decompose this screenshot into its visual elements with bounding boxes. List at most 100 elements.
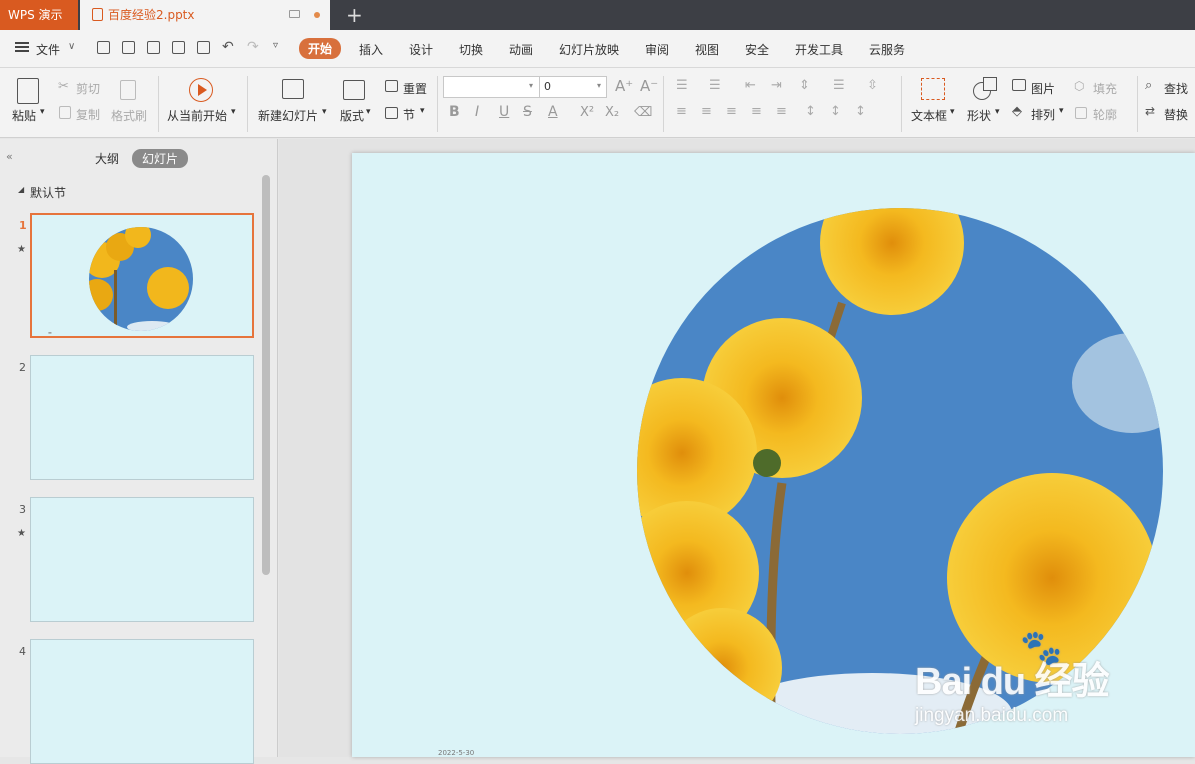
save-icon[interactable] [122,41,135,54]
tab-home[interactable]: 开始 [299,38,342,59]
section-collapse-icon[interactable]: ◢ [18,185,24,194]
new-slide-dropdown-icon[interactable]: ▾ [322,107,327,117]
tab-transitions[interactable]: 切换 [459,41,483,58]
decrease-font-icon[interactable]: A⁻ [640,77,658,95]
paste-icon[interactable] [17,78,39,104]
tab-insert[interactable]: 插入 [359,41,383,58]
slide-number: 3 [19,503,26,516]
replace-button[interactable]: 替换 [1164,106,1188,123]
slide-thumbnail-3[interactable] [30,497,254,622]
tab-view[interactable]: 视图 [695,41,719,58]
textbox-dropdown-icon[interactable]: ▾ [950,107,955,117]
from-current-dropdown-icon[interactable]: ▾ [231,107,236,117]
slide-thumbnail-2[interactable] [30,355,254,480]
file-menu[interactable]: 文件 [36,41,60,58]
watermark-url: jingyan.baidu.com [915,705,1069,726]
chevron-down-icon[interactable]: ∨ [68,41,75,52]
document-tab[interactable]: 百度经验2.pptx [80,0,330,30]
layout-dropdown-icon[interactable]: ▾ [366,107,371,117]
paste-dropdown-icon[interactable]: ▾ [40,107,45,117]
distribute-icon[interactable]: ≡ [776,104,787,119]
new-slide-icon[interactable] [282,79,304,99]
tab-animations[interactable]: 动画 [509,41,533,58]
align-left-icon[interactable]: ≡ [676,104,687,119]
align-center-icon[interactable]: ≡ [701,104,712,119]
increase-indent-icon[interactable]: ⇥ [771,78,782,93]
increase-font-icon[interactable]: A⁺ [615,77,633,95]
tab-developer[interactable]: 开发工具 [795,41,843,58]
layout-button[interactable]: 版式 [340,107,364,124]
font-name-input[interactable] [443,76,540,98]
font-name-dropdown-icon[interactable]: ▾ [529,81,533,90]
superscript-icon[interactable]: X² [580,105,594,120]
print-icon[interactable] [172,41,185,54]
slide-thumbnail-4[interactable] [30,639,254,764]
undo-icon[interactable]: ↶ [222,39,234,55]
format-painter-button[interactable]: 格式刷 [111,107,147,124]
line-spacing-icon[interactable]: ↕ [805,104,816,119]
numbering-icon[interactable]: ☰ [709,78,721,93]
arrange-button[interactable]: 排列 [1031,106,1055,123]
export-pdf-icon[interactable] [147,41,160,54]
smartart-icon[interactable]: ⇳ [867,78,878,93]
shape-dropdown-icon[interactable]: ▾ [995,107,1000,117]
outline-button[interactable]: 轮廓 [1093,106,1117,123]
picture-icon [1012,79,1026,91]
text-direction-icon[interactable]: ⇕ [799,78,810,93]
cut-button[interactable]: 剪切 [76,80,100,97]
scissors-icon: ✂ [58,79,69,94]
tab-design[interactable]: 设计 [409,41,433,58]
open-icon[interactable] [97,41,110,54]
customize-toolbar-icon[interactable]: ▿ [273,40,278,51]
section-label[interactable]: 默认节 [30,184,66,201]
slide-thumbnail-1[interactable]: ▬ [30,213,254,338]
font-size-dropdown-icon[interactable]: ▾ [597,81,601,90]
align-right-icon[interactable]: ≡ [726,104,737,119]
copy-button[interactable]: 复制 [76,106,100,123]
eraser-icon[interactable]: ⌫ [634,105,652,120]
print-preview-icon[interactable] [197,41,210,54]
panel-scrollbar[interactable] [262,175,270,575]
fill-button[interactable]: 填充 [1093,80,1117,97]
layout-icon[interactable] [343,80,365,100]
justify-icon[interactable]: ≡ [751,104,762,119]
redo-icon[interactable]: ↷ [247,39,259,55]
new-tab-button[interactable]: + [346,3,363,27]
find-button[interactable]: 查找 [1164,80,1188,97]
font-color-icon[interactable]: A [548,104,558,120]
monitor-icon[interactable] [289,10,300,18]
textbox-button[interactable]: 文本框 [911,107,947,124]
subscript-icon[interactable]: X₂ [605,105,619,120]
tab-review[interactable]: 审阅 [645,41,669,58]
strikethrough-icon[interactable]: S [523,104,532,120]
decrease-indent-icon[interactable]: ⇤ [745,78,756,93]
app-menu-button[interactable]: WPS 演示 [0,0,78,30]
reset-button[interactable]: 重置 [403,80,427,97]
section-dropdown-icon[interactable]: ▾ [420,106,425,116]
new-slide-button[interactable]: 新建幻灯片 [258,107,318,124]
align-text-icon[interactable]: ☰ [833,78,845,93]
tab-slideshow[interactable]: 幻灯片放映 [559,41,619,58]
paragraph-spacing-icon[interactable]: ↕ [830,104,841,119]
ribbon-toolbar: 粘贴 ▾ ✂ 剪切 复制 格式刷 从当前开始 ▾ 新建幻灯片 ▾ 版式 ▾ 重置… [0,68,1195,138]
tab-security[interactable]: 安全 [745,41,769,58]
bullets-icon[interactable]: ☰ [676,78,688,93]
columns-icon[interactable]: ↕ [855,104,866,119]
from-current-button[interactable]: 从当前开始 [167,107,227,124]
italic-icon[interactable]: I [475,104,479,120]
star-icon: ★ [17,528,26,539]
shape-button[interactable]: 形状 [967,107,991,124]
unsaved-dot-icon [314,12,320,18]
picture-button[interactable]: 图片 [1031,80,1055,97]
arrange-dropdown-icon[interactable]: ▾ [1059,106,1064,116]
underline-icon[interactable]: U [499,104,509,120]
textbox-icon[interactable] [921,78,945,100]
paste-button[interactable]: 粘贴 [12,107,36,124]
bold-icon[interactable]: B [449,104,460,120]
section-button[interactable]: 节 [403,106,415,123]
tab-outline[interactable]: 大纲 [95,150,119,167]
collapse-panel-icon[interactable]: « [6,150,13,163]
thumbnail-date: ▬ [48,330,52,335]
tab-slides[interactable]: 幻灯片 [132,149,189,168]
tab-cloud[interactable]: 云服务 [869,41,905,58]
